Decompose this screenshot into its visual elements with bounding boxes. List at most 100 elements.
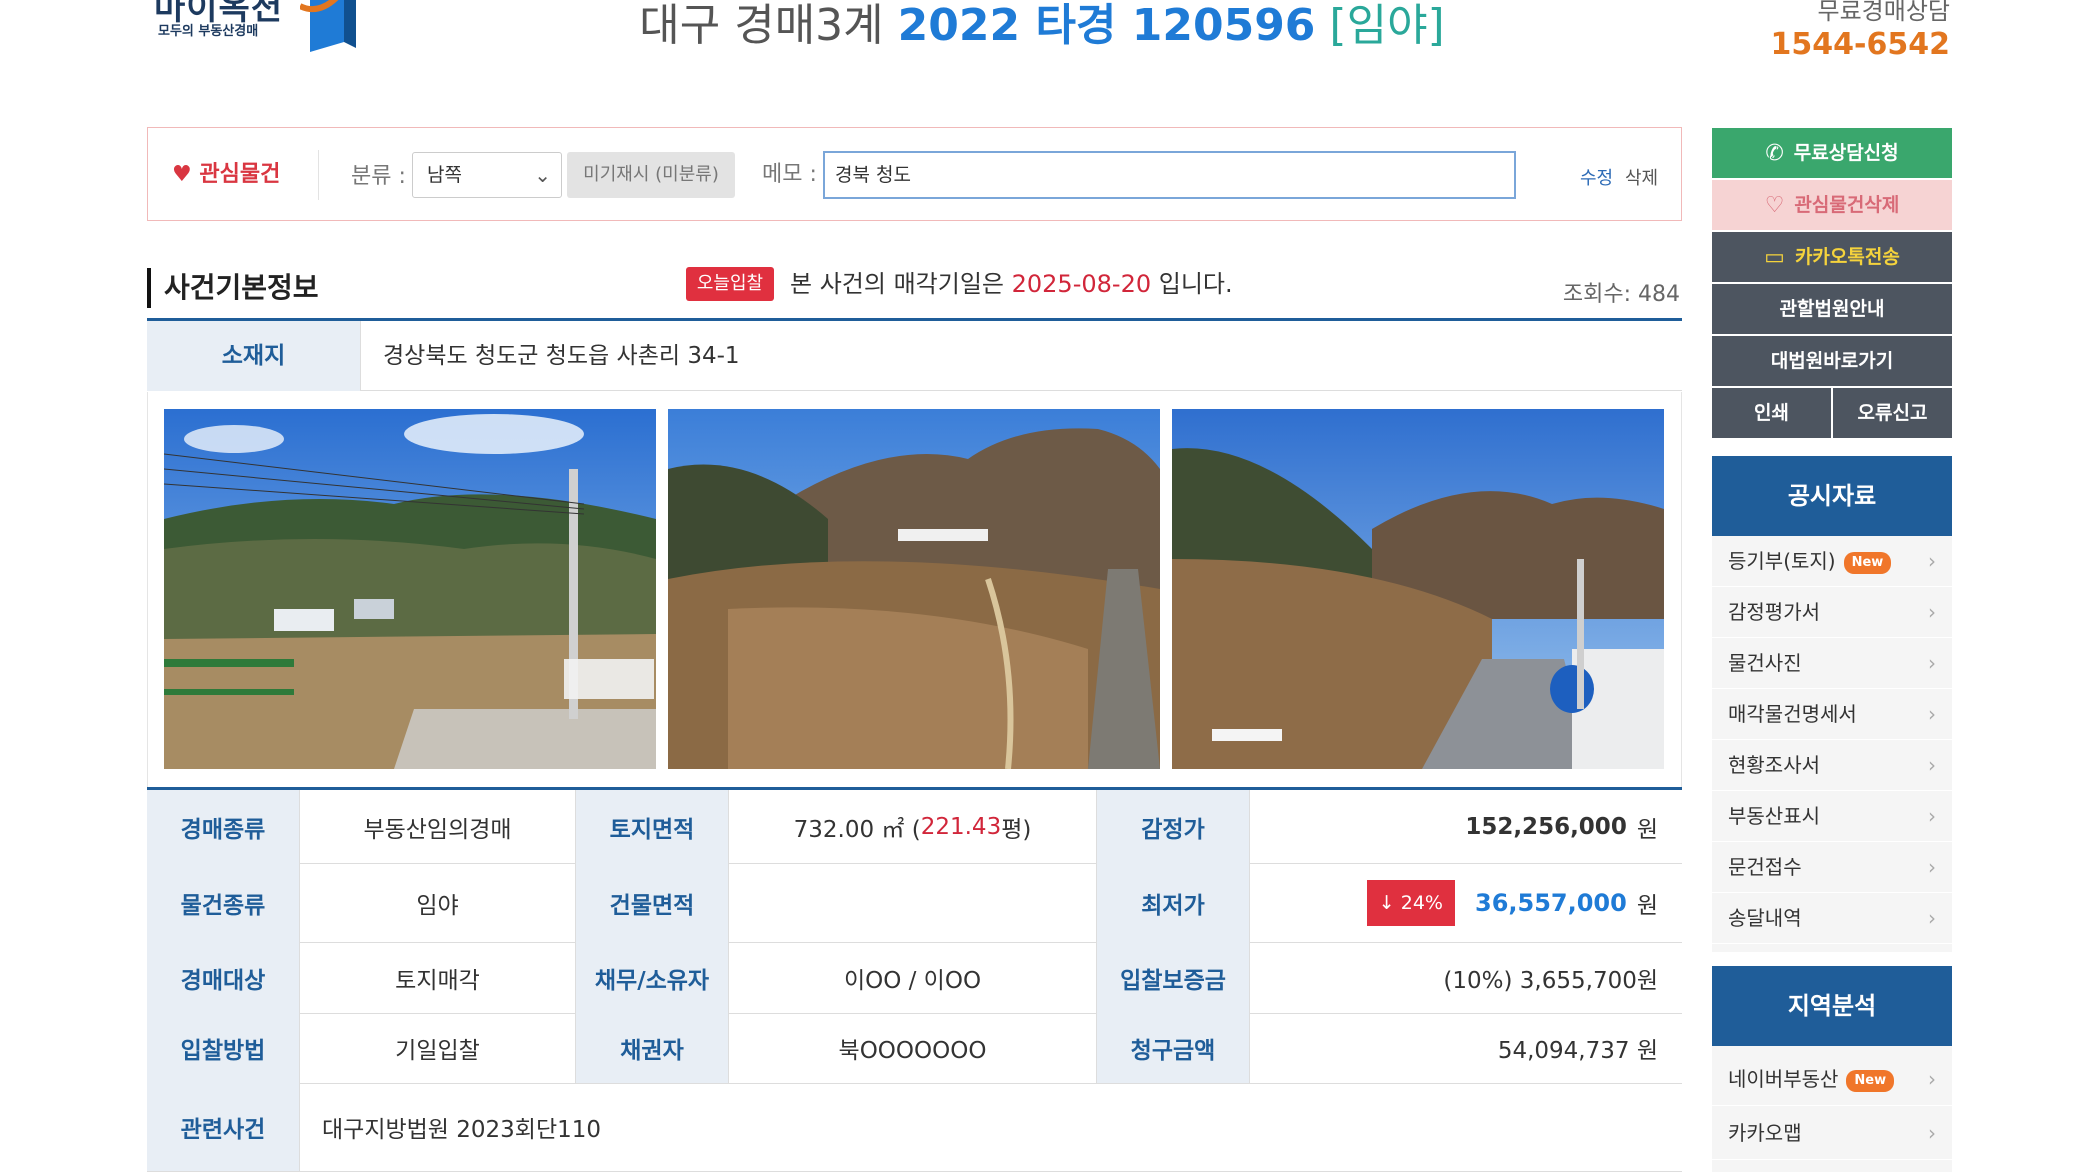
kakao-send-button[interactable]: ▭ 카카오톡전송 [1712, 232, 1952, 282]
min-price-amount: 36,557,000 [1475, 888, 1627, 917]
doc-link-delivery[interactable]: 송달내역 › [1712, 893, 1952, 944]
sale-date: 2025-08-20 [1011, 270, 1152, 298]
chevron-right-icon: › [1928, 651, 1936, 675]
chevron-right-icon: › [1928, 1121, 1936, 1145]
table-row: 입찰방법 기일입찰 채권자 북OOOOOOO 청구금액 54,094,737 원 [147, 1013, 1682, 1084]
sale-prefix: 본 사건의 매각기일은 [790, 270, 1004, 298]
section-title: 사건기본정보 [164, 271, 319, 304]
price-drop-badge: ↓ 24% [1366, 879, 1455, 926]
appraisal-amount: 152,256,000 [1465, 813, 1627, 840]
favorite-delete-label: 관심물건삭제 [1794, 194, 1900, 216]
auction-type-label: 경매종류 [147, 790, 300, 863]
creditor-value: 북OOOOOOO [729, 1013, 1097, 1083]
doc-link-photos[interactable]: 물건사진 › [1712, 638, 1952, 689]
sale-date-notice: 본 사건의 매각기일은 2025-08-20 입니다. [790, 266, 1233, 302]
bid-method-value: 기일입찰 [300, 1013, 576, 1083]
consult-info: 무료경매상담 1544-6542 [1650, 0, 1950, 68]
table-row: 관련사건 대구지방법원 2023회단110 [147, 1083, 1682, 1172]
land-area-pyeong: 221.43 [920, 813, 1002, 840]
memo-delete-link[interactable]: 삭제 [1625, 164, 1658, 190]
auction-type-value: 부동산임의경매 [300, 790, 576, 863]
creditor-label: 채권자 [576, 1013, 729, 1083]
region-link-kakao-map[interactable]: 카카오맵 › [1712, 1106, 1952, 1160]
doc-link-label: 문건접수 [1728, 855, 1802, 879]
min-price-label: 최저가 [1097, 863, 1250, 942]
section-marker [147, 268, 151, 308]
min-price-value: ↓ 24% 36,557,000 원 [1250, 863, 1682, 942]
land-area-m2: 732.00 ㎡ ( [793, 816, 921, 843]
landscape-photo-image [164, 409, 656, 769]
doc-link-label: 매각물건명세서 [1728, 702, 1857, 726]
land-area-label: 토지면적 [576, 790, 729, 863]
court-guide-button[interactable]: 관할법원안내 [1712, 284, 1952, 334]
appraisal-label: 감정가 [1097, 790, 1250, 863]
address-label: 소재지 [147, 321, 361, 391]
region-link-naver[interactable]: 네이버부동산 New › [1712, 1052, 1952, 1106]
free-consult-label: 무료상담신청 [1793, 142, 1899, 164]
debtor-owner-label: 채무/소유자 [576, 942, 729, 1013]
property-photo-3[interactable] [1172, 409, 1664, 769]
chevron-right-icon: › [1928, 753, 1936, 777]
unassigned-button[interactable]: 미기재시 (미분류) [567, 152, 735, 198]
related-case-value: 대구지방법원 2023회단110 [322, 1117, 602, 1143]
land-area-value: 732.00 ㎡ ( 221.43 평) [729, 790, 1097, 863]
building-area-label: 건물면적 [576, 863, 729, 942]
chevron-right-icon: › [1928, 906, 1936, 930]
table-row: 경매종류 부동산임의경매 토지면적 732.00 ㎡ ( 221.43 평) 감… [147, 790, 1682, 864]
property-photo-1[interactable] [164, 409, 656, 769]
doc-link-sale-statement[interactable]: 매각물건명세서 › [1712, 689, 1952, 740]
doc-link-label: 현황조사서 [1728, 753, 1820, 777]
category-select[interactable]: 남쪽 ⌄ [412, 152, 562, 198]
chevron-right-icon: › [1928, 702, 1936, 726]
property-photo-2[interactable] [668, 409, 1160, 769]
region-analysis-title: 지역분석 [1712, 966, 1952, 1046]
supreme-court-link-button[interactable]: 대법원바로가기 [1712, 336, 1952, 386]
chevron-right-icon: › [1928, 549, 1936, 573]
heart-outline-icon: ♡ [1764, 192, 1785, 218]
memo-label: 메모 : [762, 162, 817, 187]
currency-unit: 원 [1636, 892, 1658, 919]
memo-edit-link[interactable]: 수정 [1580, 164, 1613, 190]
auction-target-value: 토지매각 [300, 942, 576, 1013]
phone-icon: ✆ [1765, 140, 1784, 166]
table-row: 경매대상 토지매각 채무/소유자 이OO / 이OO 입찰보증금 (10%) 3… [147, 942, 1682, 1014]
public-docs-panel: 공시자료 등기부(토지) New › 감정평가서 › 물건사진 › 매각물건명세서… [1712, 456, 1952, 952]
new-badge: New [1846, 1069, 1895, 1092]
chevron-down-icon: ⌄ [534, 163, 551, 187]
report-error-button[interactable]: 오류신고 [1833, 388, 1952, 438]
doc-link-property-display[interactable]: 부동산표시 › [1712, 791, 1952, 842]
doc-link-label: 감정평가서 [1728, 600, 1820, 624]
today-bid-badge: 오늘입찰 [686, 267, 774, 301]
bid-method-label: 입찰방법 [147, 1013, 300, 1083]
doc-link-registry[interactable]: 등기부(토지) New › [1712, 536, 1952, 587]
consult-phone[interactable]: 1544-6542 [1650, 22, 1950, 68]
free-consult-button[interactable]: ✆ 무료상담신청 [1712, 128, 1952, 178]
debtor-owner-value: 이OO / 이OO [729, 942, 1097, 1013]
kakao-send-label: 카카오톡전송 [1794, 246, 1900, 268]
view-count: 조회수: 484 [1562, 282, 1680, 307]
doc-link-label: 송달내역 [1728, 906, 1802, 930]
title-case-number: 2022 타경 120596 [897, 0, 1316, 51]
doc-link-survey[interactable]: 현황조사서 › [1712, 740, 1952, 791]
region-link-label: 카카오맵 [1728, 1121, 1802, 1145]
favorite-label: 관심물건 [199, 162, 281, 187]
chevron-right-icon: › [1928, 804, 1936, 828]
doc-link-appraisal[interactable]: 감정평가서 › [1712, 587, 1952, 638]
print-button[interactable]: 인쇄 [1712, 388, 1831, 438]
deposit-label: 입찰보증금 [1097, 942, 1250, 1013]
table-row: 물건종류 임야 건물면적 최저가 ↓ 24% 36,557,000 원 [147, 863, 1682, 943]
region-link-label: 네이버부동산 [1728, 1067, 1839, 1091]
favorite-toggle[interactable]: ♥ 관심물건 [172, 156, 280, 188]
photo-gallery [147, 392, 1682, 787]
deposit-value: (10%) 3,655,700원 [1443, 967, 1658, 994]
doc-link-filings[interactable]: 문건접수 › [1712, 842, 1952, 893]
doc-link-label: 등기부(토지) [1728, 549, 1836, 573]
memo-input[interactable]: 경북 청도 [823, 151, 1516, 199]
building-area-value [729, 863, 1097, 942]
heart-icon: ♥ [172, 162, 192, 187]
favorite-delete-button[interactable]: ♡ 관심물건삭제 [1712, 180, 1952, 230]
property-type-value: 임야 [300, 863, 576, 942]
landscape-photo-image [1172, 409, 1664, 769]
land-area-suffix: 평) [1001, 816, 1032, 843]
region-analysis-panel: 지역분석 네이버부동산 New › 카카오맵 › [1712, 966, 1952, 1172]
